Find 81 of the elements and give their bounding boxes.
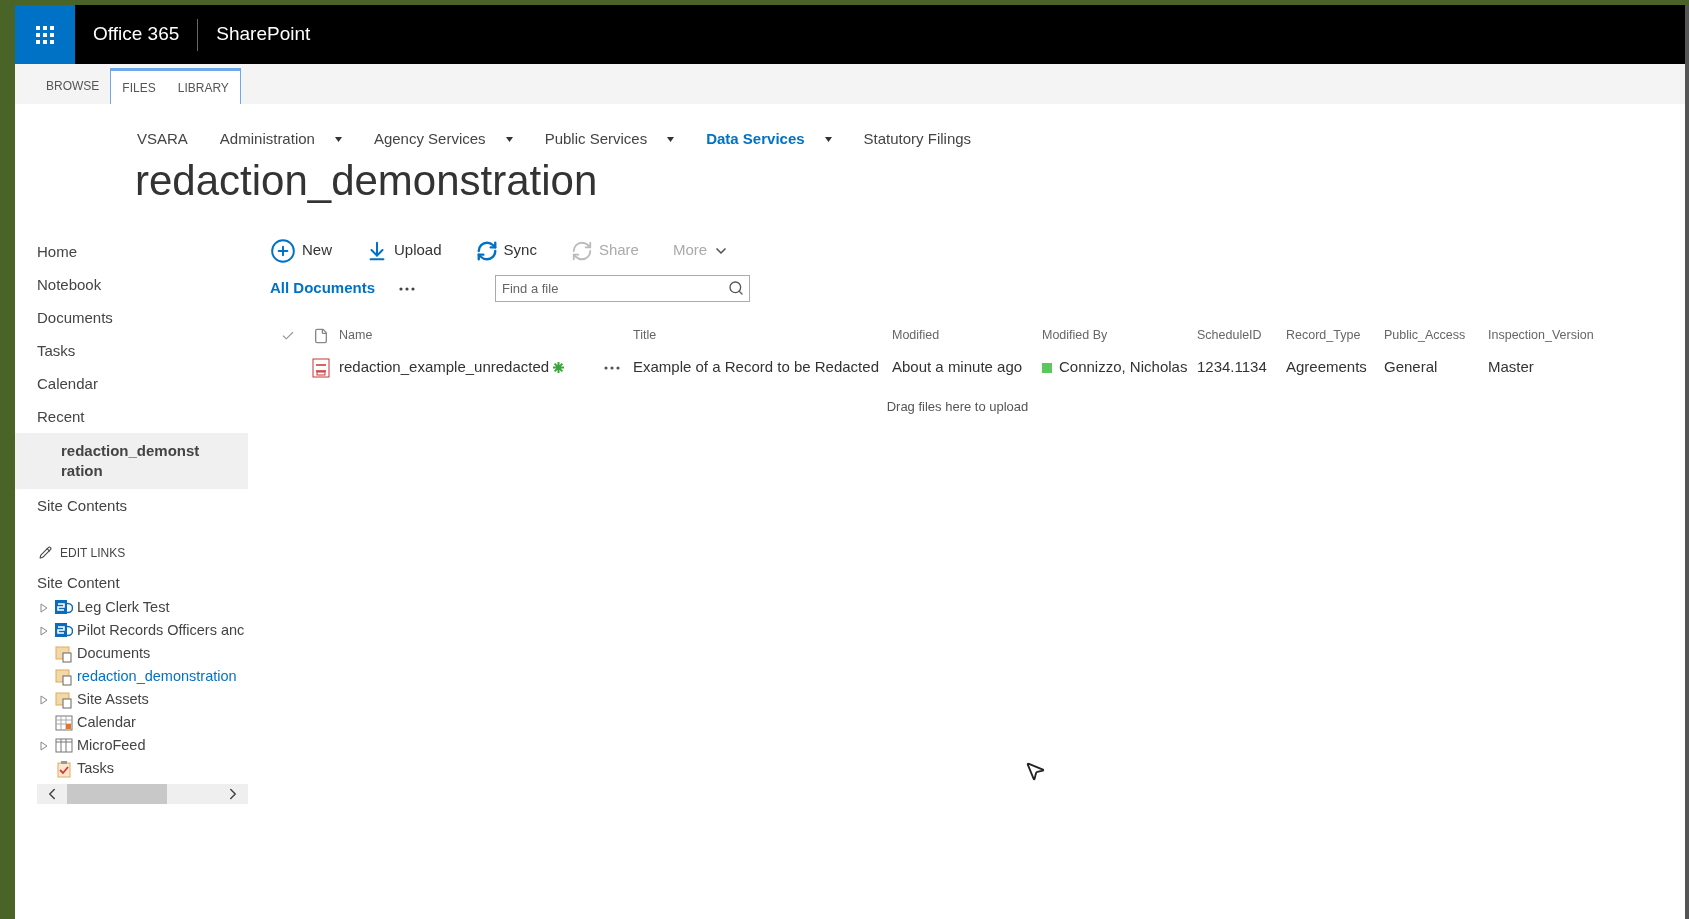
quick-launch-link[interactable]: Calendar — [15, 366, 248, 400]
more-icon — [604, 365, 620, 370]
scrollbar-thumb[interactable] — [67, 784, 167, 804]
expand-icon[interactable] — [40, 625, 48, 636]
table-cell-text: Master — [1488, 357, 1535, 378]
share-icon — [570, 239, 593, 262]
site-icon — [55, 598, 73, 617]
quick-launch-link[interactable]: Recent — [15, 399, 248, 433]
horizontal-scrollbar[interactable] — [37, 784, 248, 804]
dropdown-icon[interactable] — [505, 136, 513, 142]
column-header[interactable]: Inspection_Version — [1488, 326, 1628, 345]
quick-launch-link[interactable]: Notebook — [15, 267, 248, 301]
tree-item-link[interactable]: Documents — [77, 642, 151, 665]
tasks-icon — [55, 759, 73, 778]
column-header[interactable]: Title — [633, 326, 892, 345]
site-icon — [55, 621, 73, 640]
tree-item-link[interactable]: Leg Clerk Test — [77, 596, 170, 619]
top-nav-link[interactable]: Agency Services — [373, 128, 486, 151]
expand-icon[interactable] — [40, 694, 48, 705]
ribbon-tab[interactable]: FILES — [110, 68, 167, 104]
table-cell-text: Example of a Record to be Redacted — [633, 357, 880, 378]
person-link[interactable]: Connizzo, Nicholas — [1059, 356, 1188, 379]
dropdown-icon[interactable] — [824, 136, 832, 142]
tree-heading: Site Content — [36, 572, 121, 593]
column-header[interactable]: Public_Access — [1384, 326, 1488, 345]
toolbar-button[interactable]: Upload — [366, 239, 442, 262]
top-nav-link[interactable]: VSARA — [137, 128, 188, 151]
tree-item-link[interactable]: Site Assets — [77, 688, 149, 711]
quick-launch-link[interactable]: Site Contents — [15, 488, 248, 522]
edit-icon — [39, 546, 52, 559]
top-nav-link[interactable]: Data Services — [706, 128, 805, 151]
search-icon[interactable] — [728, 280, 744, 296]
toolbar-button[interactable]: New — [270, 237, 332, 264]
expand-icon[interactable] — [40, 740, 48, 751]
app-launcher-icon — [36, 25, 54, 44]
quick-launch-link[interactable]: Documents — [15, 300, 248, 334]
suite-app-name[interactable]: Office 365 — [75, 20, 198, 49]
table-cell-text: Agreements — [1286, 357, 1368, 378]
pdf-file-icon — [312, 357, 330, 378]
top-nav-link[interactable]: Administration — [219, 128, 315, 151]
dropdown-icon[interactable] — [667, 136, 675, 142]
more-icon — [399, 286, 415, 291]
edit-links-link[interactable]: EDIT LINKS — [60, 543, 126, 562]
dropdown-icon[interactable] — [334, 136, 342, 142]
sync-icon — [475, 239, 498, 262]
suite-site-name[interactable]: SharePoint — [198, 20, 329, 49]
quick-launch-link[interactable]: redaction_demonstration — [15, 432, 248, 489]
folder-icon — [55, 667, 73, 686]
search-field[interactable]: Find a file — [495, 275, 750, 302]
folder-icon — [55, 690, 73, 709]
tree-item-link[interactable]: Calendar — [77, 711, 136, 734]
top-nav-link[interactable]: Public Services — [544, 128, 648, 151]
column-header[interactable]: Modified By — [1042, 326, 1197, 345]
column-header[interactable]: Record_Type — [1286, 326, 1384, 345]
file-name-link[interactable]: redaction_example_unredacted — [339, 356, 550, 379]
table-cell-text: About a minute ago — [892, 357, 1024, 378]
ribbon-tab[interactable]: BROWSE — [35, 68, 111, 104]
tree-item-link[interactable]: Pilot Records Officers anc — [77, 619, 245, 642]
drop-hint: Drag files here to upload — [886, 397, 1029, 416]
table-cell-text: General — [1384, 357, 1439, 378]
toolbar-button[interactable]: Sync — [475, 239, 537, 262]
app-launcher-button[interactable] — [15, 5, 75, 64]
calendar-icon — [55, 713, 73, 732]
tree-item-link[interactable]: Tasks — [77, 757, 115, 780]
view-link[interactable]: All Documents — [270, 277, 375, 300]
add-icon — [270, 237, 296, 264]
folder-icon — [55, 644, 73, 663]
column-header[interactable]: Name — [337, 326, 633, 345]
tree-item-link[interactable]: MicroFeed — [77, 734, 146, 757]
quick-launch-link[interactable]: Home — [15, 234, 248, 268]
top-nav-link[interactable]: Statutory Filings — [863, 128, 972, 151]
tree-item-link[interactable]: redaction_demonstration — [77, 665, 237, 688]
table-cell-text: 1234.1134 — [1197, 357, 1268, 378]
expand-icon[interactable] — [40, 602, 48, 613]
page-title: redaction_demonstration — [134, 155, 599, 206]
column-header[interactable]: ScheduleID — [1197, 326, 1286, 345]
file-type-icon — [313, 327, 329, 344]
column-header[interactable]: Modified — [892, 326, 1042, 345]
quick-launch-link[interactable]: Tasks — [15, 333, 248, 367]
ribbon-tab[interactable]: LIBRARY — [166, 68, 241, 104]
list-icon — [55, 736, 73, 755]
